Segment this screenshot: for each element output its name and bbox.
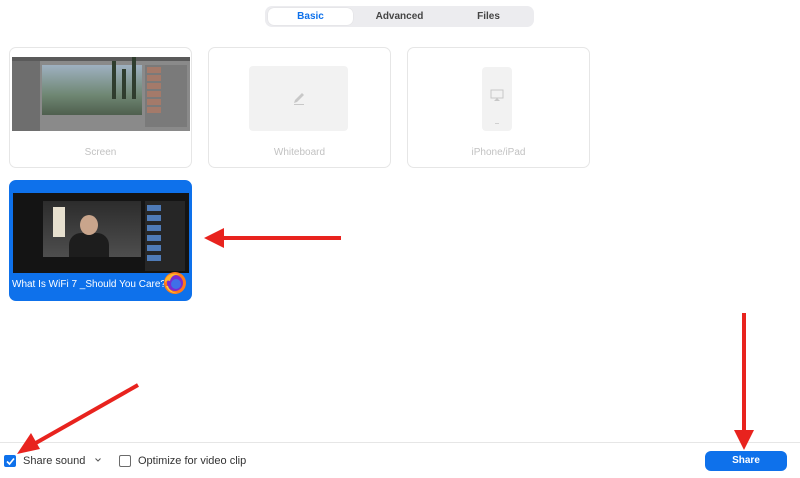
share-button[interactable]: Share <box>705 451 787 471</box>
footer-divider <box>0 442 800 443</box>
annotation-arrow-share-sound <box>17 383 139 454</box>
share-source-screen[interactable]: Screen <box>9 47 192 168</box>
share-source-label: Screen <box>84 147 117 158</box>
share-sound-checkbox[interactable] <box>4 455 16 467</box>
window-title: What Is WiFi 7 _Should You Care? ... <box>12 279 164 290</box>
tab-advanced[interactable]: Advanced <box>357 8 442 25</box>
chevron-down-icon[interactable] <box>94 456 102 464</box>
annotation-arrow-window <box>204 228 341 248</box>
share-source-iphone-ipad[interactable]: iPhone/iPad <box>407 47 590 168</box>
share-sound-label[interactable]: Share sound <box>23 455 85 468</box>
tab-files[interactable]: Files <box>446 8 531 25</box>
tab-basic[interactable]: Basic <box>268 8 353 25</box>
firefox-icon <box>164 272 186 294</box>
annotation-arrow-share <box>734 313 754 450</box>
share-source-whiteboard[interactable]: Whiteboard <box>208 47 391 168</box>
optimize-video-label[interactable]: Optimize for video clip <box>138 455 246 468</box>
share-mode-tabs: Basic Advanced Files <box>265 6 534 27</box>
optimize-video-checkbox[interactable] <box>119 455 131 467</box>
pencil-icon <box>294 93 304 105</box>
whiteboard-preview <box>249 66 348 131</box>
share-source-label: iPhone/iPad <box>471 147 526 158</box>
window-preview <box>13 193 189 273</box>
checkmark-icon <box>6 457 15 466</box>
device-preview <box>482 67 512 131</box>
share-source-label: Whiteboard <box>273 147 326 158</box>
share-screen-dialog: Basic Advanced Files Screen Whiteboard i… <box>0 0 800 478</box>
share-source-window-selected[interactable]: What Is WiFi 7 _Should You Care? ... <box>9 180 192 301</box>
airplay-icon <box>490 89 504 124</box>
screen-preview <box>12 57 190 131</box>
